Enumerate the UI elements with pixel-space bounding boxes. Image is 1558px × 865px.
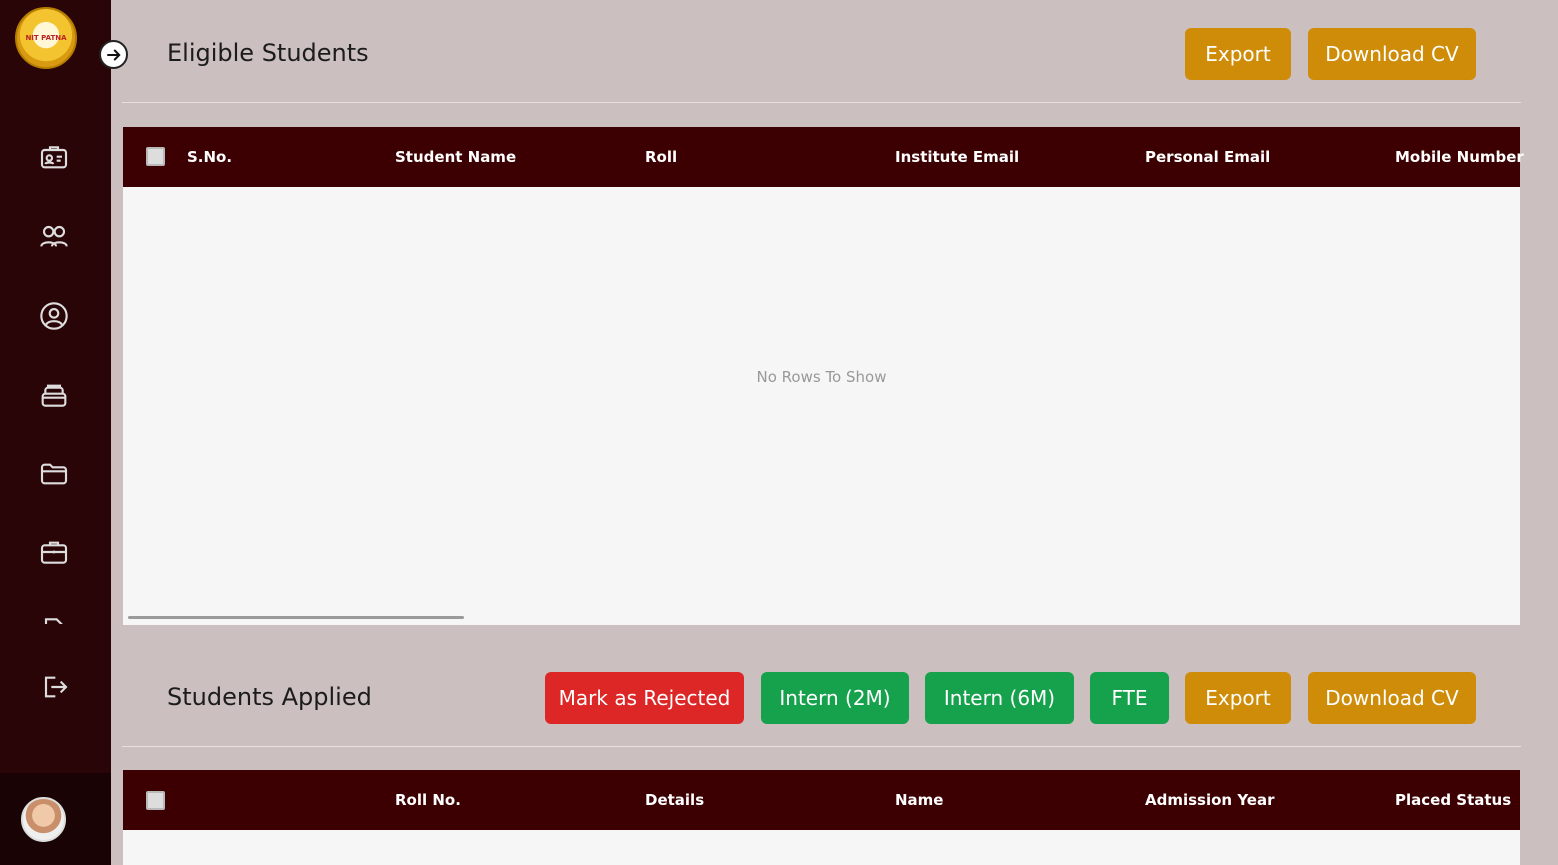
eligible-students-title: Eligible Students xyxy=(167,39,369,67)
horizontal-scrollbar[interactable] xyxy=(128,616,464,619)
col-student-name[interactable]: Student Name xyxy=(395,148,516,166)
folder-icon[interactable] xyxy=(36,456,72,492)
fte-button[interactable]: FTE xyxy=(1090,672,1169,724)
users-icon[interactable] xyxy=(36,219,72,255)
col-institute-email[interactable]: Institute Email xyxy=(895,148,1019,166)
col-placed-status[interactable]: Placed Status xyxy=(1395,791,1511,809)
briefcase-icon[interactable] xyxy=(36,534,72,570)
expand-sidebar-button[interactable] xyxy=(99,40,128,69)
intern-2m-button[interactable]: Intern (2M) xyxy=(761,672,909,724)
grid-header: Roll No. Details Name Admission Year Pla… xyxy=(123,770,1520,830)
divider xyxy=(122,746,1521,747)
no-rows-message: No Rows To Show xyxy=(756,368,887,386)
arrow-right-icon xyxy=(106,49,121,60)
applied-download-cv-button[interactable]: Download CV xyxy=(1308,672,1476,724)
logo-text: NIT PATNA xyxy=(25,34,67,42)
nit-patna-logo: NIT PATNA xyxy=(15,7,77,69)
col-name[interactable]: Name xyxy=(895,791,943,809)
col-roll[interactable]: Roll xyxy=(645,148,677,166)
eligible-download-cv-button[interactable]: Download CV xyxy=(1308,28,1476,80)
col-roll-no[interactable]: Roll No. xyxy=(395,791,461,809)
col-mobile-number[interactable]: Mobile Number xyxy=(1395,148,1524,166)
grid-header: S.No. Student Name Roll Institute Email … xyxy=(123,127,1524,187)
col-details[interactable]: Details xyxy=(645,791,704,809)
divider xyxy=(122,102,1521,103)
avatar[interactable] xyxy=(21,797,66,842)
select-all-checkbox[interactable] xyxy=(146,147,165,166)
students-applied-grid: Roll No. Details Name Admission Year Pla… xyxy=(123,770,1520,865)
inbox-stack-icon[interactable] xyxy=(36,377,72,413)
id-card-icon[interactable] xyxy=(36,140,72,176)
intern-6m-button[interactable]: Intern (6M) xyxy=(925,672,1074,724)
logout-icon[interactable] xyxy=(36,669,72,705)
applied-export-button[interactable]: Export xyxy=(1185,672,1291,724)
col-admission-year[interactable]: Admission Year xyxy=(1145,791,1275,809)
sidebar: NIT PATNA xyxy=(0,0,111,865)
mark-rejected-button[interactable]: Mark as Rejected xyxy=(545,672,744,724)
eligible-export-button[interactable]: Export xyxy=(1185,28,1291,80)
col-sno[interactable]: S.No. xyxy=(187,148,232,166)
user-circle-icon[interactable] xyxy=(36,298,72,334)
document-icon[interactable] xyxy=(36,612,72,624)
eligible-students-grid: S.No. Student Name Roll Institute Email … xyxy=(123,127,1524,625)
students-applied-title: Students Applied xyxy=(167,683,372,711)
select-all-checkbox[interactable] xyxy=(146,791,165,810)
col-personal-email[interactable]: Personal Email xyxy=(1145,148,1270,166)
